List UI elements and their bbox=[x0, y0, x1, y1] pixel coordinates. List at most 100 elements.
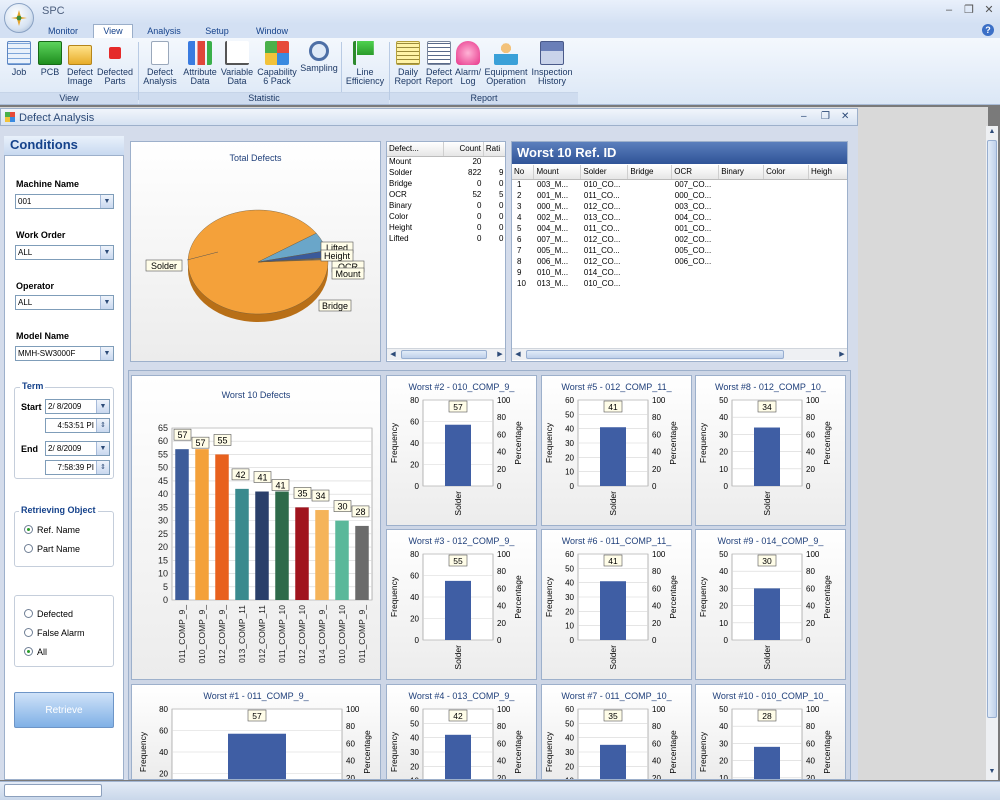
chevron-down-icon[interactable]: ▼ bbox=[986, 766, 998, 778]
start-date-picker[interactable]: 2/ 8/2009 ▼ bbox=[45, 399, 110, 414]
column-header-defect[interactable]: Defect... bbox=[387, 142, 444, 157]
table-row[interactable]: 10 013_M... 010_CO... bbox=[512, 278, 847, 289]
table-row[interactable]: 4 002_M... 013_CO... 004_CO... bbox=[512, 212, 847, 223]
table-row[interactable]: Mount 20 bbox=[387, 156, 505, 167]
tab-setup[interactable]: Setup bbox=[196, 25, 238, 38]
column-header[interactable]: Solder bbox=[580, 165, 629, 180]
table-row[interactable]: Lifted 0 0 bbox=[387, 233, 505, 244]
minimize-icon[interactable]: – bbox=[942, 3, 956, 17]
table-row[interactable]: Height 0 0 bbox=[387, 222, 505, 233]
spin-updown-icon[interactable]: ⇕ bbox=[96, 419, 109, 432]
column-header-count[interactable]: Count bbox=[443, 142, 484, 157]
frequency-bar[interactable] bbox=[754, 588, 780, 640]
bar-9[interactable] bbox=[335, 520, 349, 600]
column-header[interactable]: Mount bbox=[533, 165, 582, 180]
inspection-history-button[interactable]: Inspection History bbox=[530, 41, 574, 86]
horizontal-scrollbar[interactable]: ◀ ▶ bbox=[387, 348, 505, 360]
app-logo-icon[interactable] bbox=[4, 3, 34, 33]
horizontal-scrollbar[interactable]: ◀ ▶ bbox=[512, 348, 847, 360]
close-icon[interactable]: ✕ bbox=[982, 3, 996, 17]
daily-report-button[interactable]: Daily Report bbox=[392, 41, 424, 86]
tab-monitor[interactable]: Monitor bbox=[40, 25, 86, 38]
tab-window[interactable]: Window bbox=[248, 25, 296, 38]
table-row[interactable]: 2 001_M... 011_CO... 000_CO... bbox=[512, 190, 847, 201]
frequency-bar[interactable] bbox=[754, 427, 780, 486]
column-header[interactable]: Color bbox=[763, 165, 810, 180]
table-row[interactable]: 9 010_M... 014_CO... bbox=[512, 267, 847, 278]
column-header[interactable]: Heigh bbox=[808, 165, 847, 180]
chevron-up-icon[interactable]: ▲ bbox=[986, 126, 998, 138]
equipment-operation-button[interactable]: Equipment Operation bbox=[484, 41, 528, 86]
attribute-data-button[interactable]: Attribute Data bbox=[182, 41, 218, 86]
column-header[interactable]: Bridge bbox=[627, 165, 673, 180]
end-time-spinner[interactable]: 7:58:39 PI ⇕ bbox=[45, 460, 110, 475]
chevron-left-icon[interactable]: ◀ bbox=[512, 349, 524, 360]
machine-name-select[interactable]: 001 ▼ bbox=[15, 194, 114, 209]
restore-icon[interactable]: ❐ bbox=[962, 3, 976, 17]
bar-2[interactable] bbox=[195, 449, 209, 600]
retrieve-button[interactable]: Retrieve bbox=[14, 692, 114, 728]
column-header-ratio[interactable]: Rati bbox=[483, 142, 505, 157]
defected-parts-button[interactable]: Defected Parts bbox=[96, 41, 134, 86]
table-row[interactable]: Solder 822 9 bbox=[387, 167, 505, 178]
radio-all[interactable]: All bbox=[24, 647, 47, 657]
model-name-select[interactable]: MMH-SW3000F ▼ bbox=[15, 346, 114, 361]
frequency-bar[interactable] bbox=[754, 746, 780, 780]
chevron-left-icon[interactable]: ◀ bbox=[387, 349, 399, 360]
bar-4[interactable] bbox=[235, 488, 249, 600]
capability-6-pack-button[interactable]: Capability 6 Pack bbox=[256, 41, 298, 86]
bar-6[interactable] bbox=[275, 491, 289, 600]
scroll-thumb[interactable] bbox=[526, 350, 784, 359]
work-order-select[interactable]: ALL ▼ bbox=[15, 245, 114, 260]
child-restore-icon[interactable]: ❐ bbox=[821, 111, 830, 122]
help-icon[interactable]: ? bbox=[982, 24, 994, 36]
end-date-picker[interactable]: 2/ 8/2009 ▼ bbox=[45, 441, 110, 456]
bar-3[interactable] bbox=[215, 454, 229, 600]
bar-7[interactable] bbox=[295, 507, 309, 600]
scroll-thumb[interactable] bbox=[987, 140, 997, 718]
table-row[interactable]: Bridge 0 0 bbox=[387, 178, 505, 189]
start-time-spinner[interactable]: 4:53:51 PI ⇕ bbox=[45, 418, 110, 433]
variable-data-button[interactable]: Variable Data bbox=[219, 41, 255, 86]
radio-ref-name[interactable]: Ref. Name bbox=[24, 525, 80, 535]
radio-defected[interactable]: Defected bbox=[24, 609, 73, 619]
chevron-right-icon[interactable]: ▶ bbox=[836, 349, 847, 360]
bar-1[interactable] bbox=[175, 449, 189, 600]
defect-report-button[interactable]: Defect Report bbox=[424, 41, 454, 86]
vertical-scrollbar[interactable]: ▲ ▼ bbox=[986, 126, 998, 780]
chevron-down-icon[interactable]: ▼ bbox=[96, 442, 109, 455]
table-row[interactable]: 1 003_M... 010_CO... 007_CO... bbox=[512, 179, 847, 190]
radio-part-name[interactable]: Part Name bbox=[24, 544, 80, 554]
spin-updown-icon[interactable]: ⇕ bbox=[96, 461, 109, 474]
chevron-down-icon[interactable]: ▼ bbox=[100, 347, 113, 360]
table-row[interactable]: 5 004_M... 011_CO... 001_CO... bbox=[512, 223, 847, 234]
chevron-right-icon[interactable]: ▶ bbox=[494, 349, 505, 360]
chevron-down-icon[interactable]: ▼ bbox=[100, 195, 113, 208]
job-button[interactable]: Job bbox=[4, 41, 34, 77]
chevron-down-icon[interactable]: ▼ bbox=[100, 296, 113, 309]
frequency-bar[interactable] bbox=[600, 427, 626, 486]
defect-image-button[interactable]: Defect Image bbox=[64, 41, 96, 86]
column-header[interactable]: Binary bbox=[718, 165, 765, 180]
tab-view[interactable]: View bbox=[93, 24, 133, 39]
frequency-bar[interactable] bbox=[600, 581, 626, 640]
bar-8[interactable] bbox=[315, 510, 329, 600]
child-minimize-icon[interactable]: – bbox=[801, 111, 807, 122]
alarm-log-button[interactable]: Alarm/ Log bbox=[454, 41, 482, 86]
bar-5[interactable] bbox=[255, 491, 269, 600]
chevron-down-icon[interactable]: ▼ bbox=[100, 246, 113, 259]
scroll-thumb[interactable] bbox=[401, 350, 487, 359]
line-efficiency-button[interactable]: Line Efficiency bbox=[343, 41, 387, 86]
column-header[interactable]: No bbox=[512, 165, 535, 180]
column-header[interactable]: OCR bbox=[671, 165, 720, 180]
frequency-bar[interactable] bbox=[445, 580, 471, 640]
frequency-bar[interactable] bbox=[228, 733, 286, 780]
table-row[interactable]: 3 000_M... 012_CO... 003_CO... bbox=[512, 201, 847, 212]
table-row[interactable]: Color 0 0 bbox=[387, 211, 505, 222]
pcb-button[interactable]: PCB bbox=[36, 41, 64, 77]
defect-analysis-button[interactable]: Defect Analysis bbox=[140, 41, 180, 86]
radio-false-alarm[interactable]: False Alarm bbox=[24, 628, 85, 638]
chevron-down-icon[interactable]: ▼ bbox=[96, 400, 109, 413]
child-close-icon[interactable]: ✕ bbox=[841, 111, 849, 122]
frequency-bar[interactable] bbox=[445, 734, 471, 780]
